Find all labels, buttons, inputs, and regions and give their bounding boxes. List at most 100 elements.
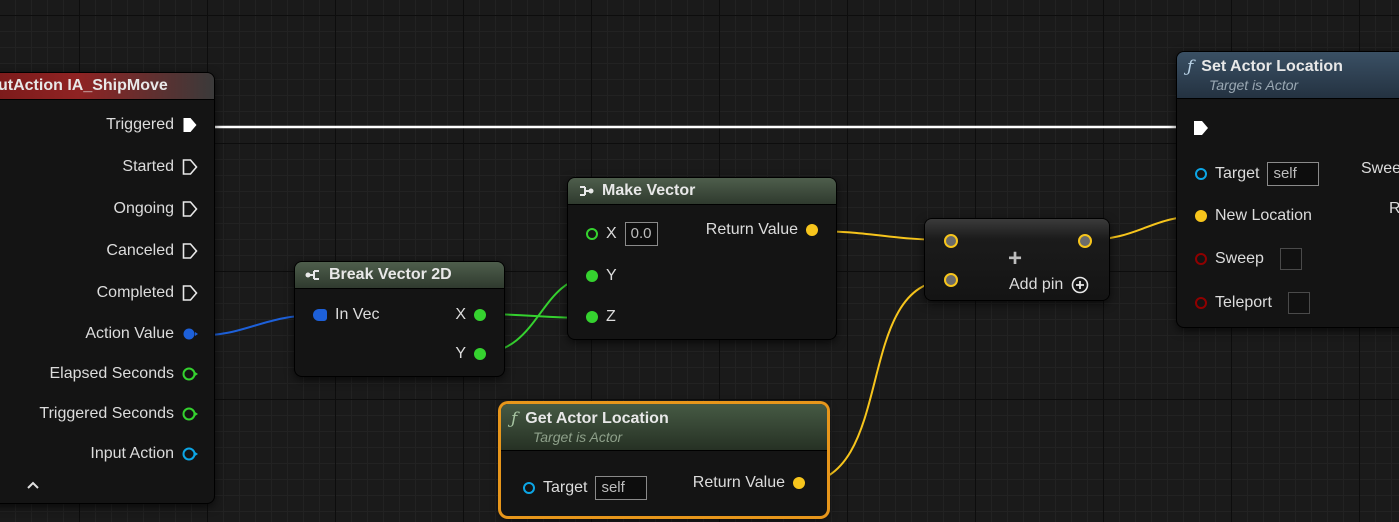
- make-y-label: Y: [606, 267, 617, 284]
- exec-pin-icon[interactable]: [182, 284, 198, 302]
- get-return-pin[interactable]: Return Value: [693, 474, 805, 492]
- input-action-pin-started[interactable]: Started: [122, 158, 198, 176]
- exec-pin-icon[interactable]: [182, 116, 198, 134]
- make-vector-title: Make Vector: [602, 182, 696, 199]
- sweep-checkbox[interactable]: [1279, 248, 1302, 270]
- struct-pin-icon[interactable]: [182, 325, 198, 343]
- float-pin-icon[interactable]: [474, 309, 486, 321]
- pin-label: Completed: [96, 284, 174, 301]
- get-target-label: Target: [543, 479, 588, 496]
- pin-label: Triggered: [106, 116, 174, 133]
- set-target-pin[interactable]: Target self: [1195, 162, 1320, 186]
- exec-pin-icon[interactable]: [182, 200, 198, 218]
- set-actor-location-header[interactable]: ƒ Set Actor Location Target is Actor: [1177, 52, 1399, 99]
- add-vector-node[interactable]: + Add pin: [925, 219, 1109, 300]
- get-actor-location-subtitle: Target is Actor: [533, 429, 623, 445]
- get-actor-location-node[interactable]: ƒ Get Actor Location Target is Actor Tar…: [501, 404, 827, 516]
- input-action-pin-action-value[interactable]: Action Value: [85, 325, 198, 343]
- in-vec-label: In Vec: [335, 306, 380, 323]
- input-action-pin-triggered-seconds[interactable]: Triggered Seconds: [39, 405, 198, 423]
- make-x-value-input[interactable]: 0.0: [624, 222, 658, 246]
- get-return-label: Return Value: [692, 474, 785, 491]
- break-x-label: X: [455, 306, 466, 323]
- input-action-pin-ongoing[interactable]: Ongoing: [114, 200, 199, 218]
- break-y-label: Y: [455, 345, 466, 362]
- float-pin-icon[interactable]: [182, 405, 198, 423]
- vector-pin-icon[interactable]: [793, 477, 805, 489]
- vector-pin-icon[interactable]: [806, 224, 818, 236]
- input-action-pin-completed[interactable]: Completed: [97, 284, 198, 302]
- pin-label: Started: [122, 158, 174, 175]
- exec-pin-icon[interactable]: [182, 158, 198, 176]
- make-vector-node[interactable]: Make Vector X 0.0 Return Value Y Z: [568, 178, 836, 339]
- object-pin-icon[interactable]: [523, 482, 535, 494]
- input-action-header[interactable]: utAction IA_ShipMove: [0, 73, 214, 100]
- input-action-pin-canceled[interactable]: Canceled: [106, 242, 198, 260]
- set-actor-location-title: Set Actor Location: [1201, 58, 1343, 75]
- object-pin-icon[interactable]: [1195, 168, 1207, 180]
- make-struct-icon: [578, 184, 594, 198]
- vector-pin-icon[interactable]: [1195, 210, 1207, 222]
- add-pin-button[interactable]: Add pin: [1009, 276, 1089, 294]
- function-icon: ƒ: [511, 409, 518, 429]
- pin-label: Elapsed Seconds: [49, 365, 174, 382]
- pin-label: Input Action: [90, 445, 174, 462]
- object-pin-icon[interactable]: [182, 445, 198, 463]
- pin-label: Canceled: [106, 242, 174, 259]
- make-return-label: Return Value: [705, 221, 798, 238]
- make-z-pin[interactable]: Z: [586, 308, 616, 326]
- break-vector-2d-node[interactable]: Break Vector 2D In Vec X Y: [295, 262, 504, 376]
- break-vector-header[interactable]: Break Vector 2D: [295, 262, 504, 289]
- make-return-pin[interactable]: Return Value: [706, 221, 818, 239]
- vector-b-pin[interactable]: [944, 273, 958, 287]
- input-action-title: utAction IA_ShipMove: [0, 77, 168, 94]
- get-actor-location-title: Get Actor Location: [525, 410, 669, 427]
- sweep-pin[interactable]: Sweep: [1195, 248, 1302, 270]
- make-vector-header[interactable]: Make Vector: [568, 178, 836, 205]
- circle-plus-icon[interactable]: [1071, 276, 1089, 294]
- set-target-label: Target: [1215, 165, 1260, 182]
- in-vec-pin[interactable]: In Vec: [313, 306, 379, 324]
- float-pin-icon[interactable]: [182, 365, 198, 383]
- return-value-label: R: [1389, 200, 1399, 217]
- new-location-pin[interactable]: New Location: [1195, 207, 1312, 225]
- vector-a-pin[interactable]: [944, 234, 958, 248]
- add-result-pin[interactable]: [1078, 234, 1092, 248]
- teleport-pin[interactable]: Teleport: [1195, 292, 1310, 314]
- pin-label: Action Value: [85, 325, 174, 342]
- teleport-checkbox[interactable]: [1287, 292, 1310, 314]
- break-y-pin[interactable]: Y: [455, 345, 486, 363]
- make-y-pin[interactable]: Y: [586, 267, 617, 285]
- input-action-pin-input-action[interactable]: Input Action: [90, 445, 198, 463]
- function-icon: ƒ: [1187, 57, 1194, 77]
- float-pin-icon[interactable]: [586, 270, 598, 282]
- set-actor-location-node[interactable]: ƒ Set Actor Location Target is Actor Tar…: [1177, 52, 1399, 327]
- input-action-node[interactable]: utAction IA_ShipMove Triggered Started Ong…: [0, 73, 214, 503]
- add-pin-label: Add pin: [1009, 276, 1064, 293]
- get-target-value-input[interactable]: self: [595, 476, 648, 500]
- chevron-up-icon[interactable]: [26, 478, 40, 492]
- struct-pin-icon[interactable]: [313, 309, 327, 321]
- get-actor-location-header[interactable]: ƒ Get Actor Location Target is Actor: [501, 404, 827, 451]
- break-vector-title: Break Vector 2D: [329, 266, 452, 283]
- sweep-label: Sweep: [1215, 250, 1264, 267]
- float-pin-icon[interactable]: [586, 311, 598, 323]
- bool-pin-icon[interactable]: [1195, 253, 1207, 265]
- float-pin-icon[interactable]: [586, 228, 598, 240]
- set-exec-in-pin[interactable]: [1193, 119, 1209, 137]
- input-action-pin-triggered[interactable]: Triggered: [106, 116, 198, 134]
- make-x-pin[interactable]: X 0.0: [586, 222, 658, 246]
- exec-pin-icon[interactable]: [182, 242, 198, 260]
- exec-pin-icon[interactable]: [1193, 119, 1209, 137]
- pin-label: Triggered Seconds: [39, 405, 174, 422]
- pin-label: Ongoing: [113, 200, 175, 217]
- make-z-label: Z: [606, 308, 616, 325]
- float-pin-icon[interactable]: [474, 348, 486, 360]
- bool-pin-icon[interactable]: [1195, 297, 1207, 309]
- set-target-value-input[interactable]: self: [1267, 162, 1320, 186]
- input-action-pin-elapsed-seconds[interactable]: Elapsed Seconds: [49, 365, 198, 383]
- break-struct-icon: [305, 268, 321, 282]
- break-x-pin[interactable]: X: [455, 306, 486, 324]
- get-target-pin[interactable]: Target self: [523, 476, 648, 500]
- plus-icon: +: [1008, 245, 1023, 272]
